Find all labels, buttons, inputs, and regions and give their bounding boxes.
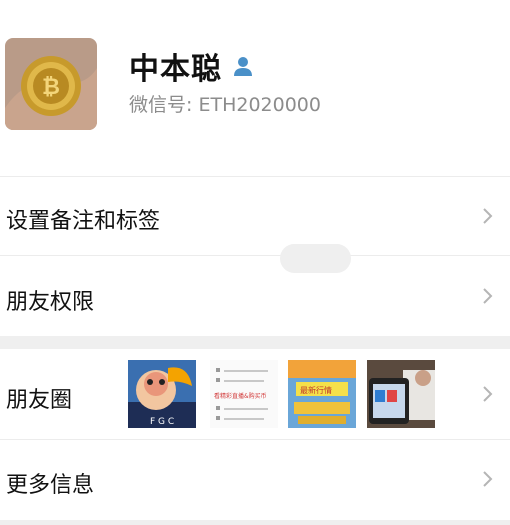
wechat-id-label: 微信号: — [129, 94, 199, 116]
chevron-right-icon — [483, 471, 493, 487]
friend-permissions-label: 朋友权限 — [6, 290, 95, 315]
section-gap — [0, 336, 510, 349]
friend-permissions-row[interactable]: 朋友权限 — [0, 256, 510, 336]
chevron-right-icon — [483, 386, 493, 402]
svg-text:₿: ₿ — [42, 75, 60, 100]
remark-tags-label: 设置备注和标签 — [6, 209, 161, 234]
more-info-row[interactable]: 更多信息 — [0, 440, 510, 520]
person-icon — [232, 55, 254, 77]
moments-thumbnail: 最新行情 — [288, 360, 356, 428]
remark-tags-row[interactable]: 设置备注和标签 — [0, 177, 510, 255]
gold-bitcoin-coin-avatar-icon: ₿ — [5, 38, 97, 130]
moments-thumbnail: 看精彩直播&购买币 — [210, 360, 278, 428]
thumb3-text: 最新行情 — [300, 385, 332, 395]
name-row: 中本聪 — [129, 44, 254, 88]
chevron-right-icon — [483, 208, 493, 224]
wechat-id-value: ETH2020000 — [198, 94, 321, 116]
wechat-id: 微信号: ETH2020000 — [129, 90, 321, 117]
thumb1-text: F G C — [150, 417, 174, 427]
avatar[interactable]: ₿ — [5, 38, 97, 130]
moments-label: 朋友圈 — [6, 388, 73, 413]
chevron-right-icon — [483, 288, 493, 304]
profile-header: ₿ 中本聪 微信号: ETH2020000 — [0, 0, 510, 176]
moments-thumbnail: F G C — [128, 360, 196, 428]
moments-thumbnail — [367, 360, 435, 428]
thumb2-text: 看精彩直播&购买币 — [214, 392, 267, 400]
more-info-label: 更多信息 — [6, 473, 95, 498]
section-gap — [0, 520, 510, 525]
contact-name: 中本聪 — [129, 52, 222, 87]
scroll-indicator — [280, 244, 351, 273]
